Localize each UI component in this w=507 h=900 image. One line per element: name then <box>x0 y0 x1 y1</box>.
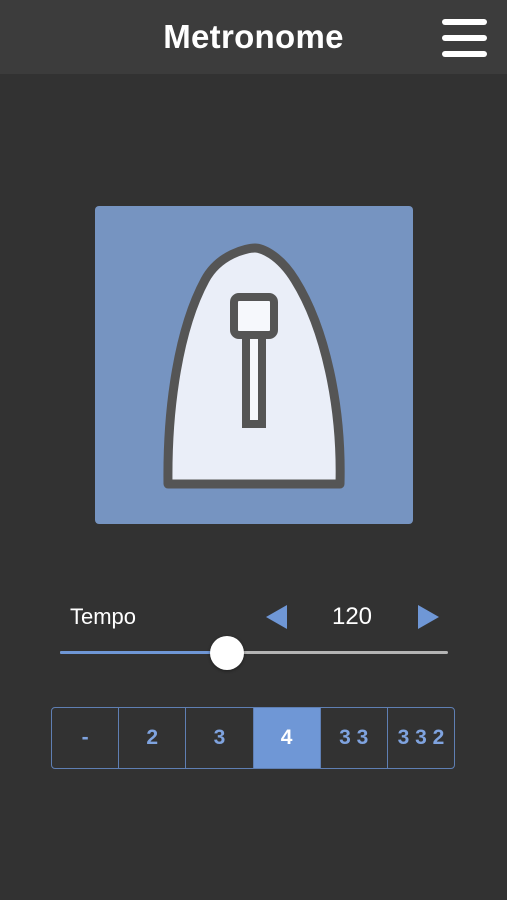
beat-pattern-option[interactable]: 2 <box>119 708 187 768</box>
triangle-left-icon <box>266 605 287 629</box>
beat-pattern-option[interactable]: 3 3 <box>321 708 388 768</box>
tempo-label: Tempo <box>70 604 137 629</box>
tempo-increase-button[interactable] <box>416 604 440 630</box>
beat-pattern-option[interactable]: 3 <box>186 708 254 768</box>
metronome-artwork <box>95 206 413 524</box>
app-header: Metronome <box>0 0 507 74</box>
slider-thumb[interactable] <box>209 636 244 670</box>
page-title: Metronome <box>163 18 344 55</box>
triangle-right-icon <box>418 605 439 629</box>
beat-pattern-option[interactable]: 4 <box>253 708 321 768</box>
beat-pattern-option[interactable]: 3 3 2 <box>388 708 454 768</box>
beat-pattern-selector: -2343 33 3 2 <box>51 707 455 769</box>
hamburger-menu-icon[interactable] <box>442 19 487 57</box>
slider-fill <box>60 651 227 654</box>
tempo-slider[interactable] <box>60 636 448 670</box>
metronome-icon <box>163 243 345 489</box>
beat-pattern-option[interactable]: - <box>52 708 120 768</box>
tempo-value: 120 <box>331 603 373 630</box>
tempo-decrease-button[interactable] <box>265 604 289 630</box>
